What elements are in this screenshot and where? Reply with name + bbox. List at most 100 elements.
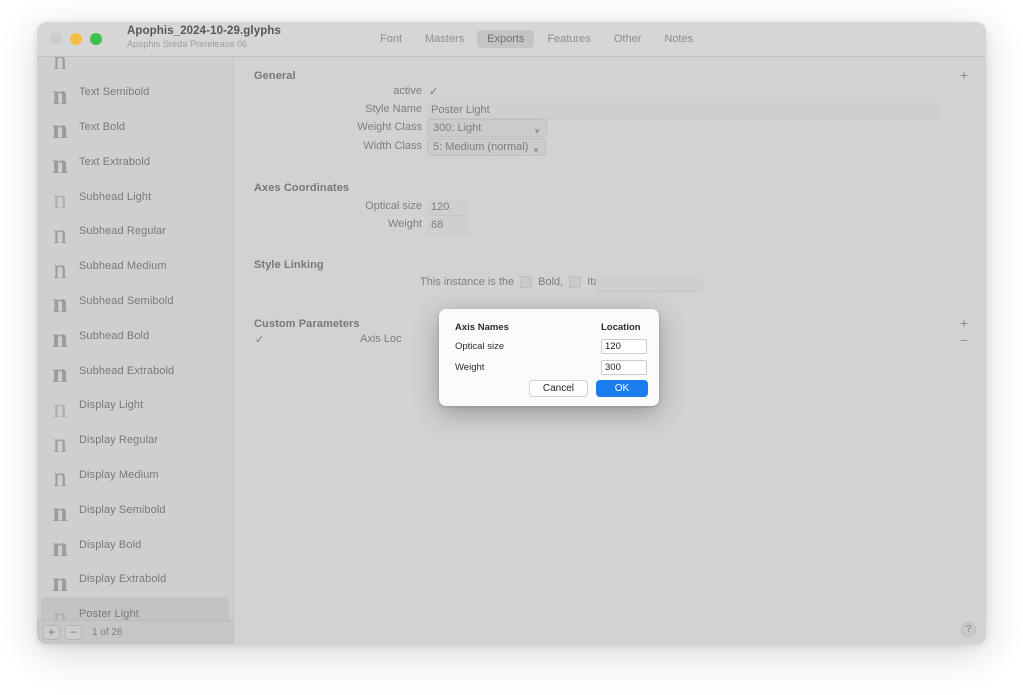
chevron-down-icon: ▼ bbox=[532, 146, 540, 155]
list-item-label: Text Bold bbox=[79, 120, 126, 133]
minimize-button[interactable] bbox=[70, 33, 82, 45]
glyph-preview: n bbox=[52, 149, 68, 180]
list-item[interactable]: n bbox=[37, 57, 233, 75]
instance-count-label: 1 of 26 bbox=[92, 627, 123, 638]
add-custom-parameter-button[interactable]: + bbox=[960, 316, 968, 330]
weight-class-row: Weight Class bbox=[234, 121, 422, 133]
list-item-label: Poster Light bbox=[79, 608, 139, 620]
optical-size-row: Optical size bbox=[234, 200, 422, 212]
custom-parameters-section-title: Custom Parameters bbox=[254, 318, 360, 330]
list-item[interactable]: n Display Medium bbox=[37, 458, 233, 493]
tab-exports[interactable]: Exports bbox=[477, 30, 535, 48]
instance-list[interactable]: n n Text Semibold n Text Bold n Text Extrabold… bbox=[37, 57, 233, 620]
cancel-button[interactable]: Cancel bbox=[528, 380, 588, 397]
list-item-label: Subhead Semibold bbox=[79, 294, 174, 307]
axes-coordinates-section-title: Axes Coordinates bbox=[254, 182, 350, 194]
weight-class-dropdown[interactable]: 300: Light ▼ bbox=[427, 119, 547, 137]
tab-notes[interactable]: Notes bbox=[654, 30, 703, 48]
sidebar-footer: + − 1 of 26 bbox=[37, 620, 233, 644]
tab-features[interactable]: Features bbox=[537, 30, 600, 48]
weight-axis-input[interactable]: 68 bbox=[427, 217, 468, 234]
style-linking-prefix: This instance is the bbox=[420, 276, 515, 288]
bold-checkbox[interactable] bbox=[520, 276, 533, 288]
list-item[interactable]: n Display Semibold bbox=[37, 492, 233, 527]
axis-names-header: Axis Names bbox=[455, 322, 509, 333]
glyph-preview: n bbox=[53, 57, 67, 75]
list-item[interactable]: n Display Regular bbox=[37, 423, 233, 458]
list-item-label: Subhead Medium bbox=[79, 260, 167, 273]
style-name-label: Style Name bbox=[365, 103, 422, 115]
list-item-label: Display Bold bbox=[79, 538, 142, 551]
list-item[interactable]: n Display Extrabold bbox=[37, 562, 233, 597]
title-block: Apophis_2024-10-29.glyphs Apophis Sreda … bbox=[127, 25, 281, 50]
window-subtitle: Apophis Sreda Prerelease 06 bbox=[127, 39, 248, 50]
list-item[interactable]: n Subhead Regular bbox=[37, 214, 233, 249]
optical-size-label: Optical size bbox=[365, 200, 422, 212]
axis-name-weight: Weight bbox=[455, 362, 485, 373]
remove-custom-parameter-button[interactable]: − bbox=[960, 333, 968, 347]
list-item[interactable]: n Display Bold bbox=[37, 527, 233, 562]
italic-checkbox[interactable] bbox=[569, 276, 582, 288]
list-item-label: Display Medium bbox=[79, 468, 159, 481]
add-general-button[interactable]: + bbox=[960, 68, 968, 82]
title-bar: Apophis_2024-10-29.glyphs Apophis Sreda … bbox=[37, 22, 986, 57]
tab-bar: Font Masters Exports Features Other Note… bbox=[370, 22, 703, 56]
dialog-buttons: Cancel OK bbox=[528, 380, 648, 397]
list-item[interactable]: n Display Light bbox=[37, 388, 233, 423]
style-linking-input[interactable] bbox=[596, 275, 703, 292]
list-item[interactable]: n Text Extrabold bbox=[37, 144, 233, 179]
window-title: Apophis_2024-10-29.glyphs bbox=[127, 25, 281, 37]
list-item[interactable]: n Subhead Bold bbox=[37, 318, 233, 353]
glyph-preview: n bbox=[52, 323, 68, 354]
app-window: Apophis_2024-10-29.glyphs Apophis Sreda … bbox=[37, 22, 986, 644]
close-button[interactable] bbox=[50, 33, 62, 45]
list-item[interactable]: n Text Semibold bbox=[37, 75, 233, 110]
glyph-preview: n bbox=[53, 253, 67, 284]
add-instance-button[interactable]: + bbox=[43, 625, 60, 640]
remove-instance-button[interactable]: − bbox=[65, 625, 82, 640]
list-item[interactable]: n Subhead Semibold bbox=[37, 284, 233, 319]
tab-masters[interactable]: Masters bbox=[415, 30, 474, 48]
list-item-label: Text Semibold bbox=[79, 86, 150, 99]
list-item-label: Display Semibold bbox=[79, 503, 166, 516]
custom-parameter-checkbox[interactable] bbox=[255, 333, 266, 353]
width-class-row: Width Class bbox=[234, 140, 422, 152]
active-row: active bbox=[234, 85, 422, 97]
dialog-header-row: Axis Names Location bbox=[455, 322, 647, 333]
optical-size-input[interactable]: 120 bbox=[427, 199, 468, 216]
list-item-label: Subhead Regular bbox=[79, 225, 167, 238]
list-item[interactable]: n Subhead Light bbox=[37, 179, 233, 214]
width-class-dropdown[interactable]: 5: Medium (normal) ▼ bbox=[427, 138, 546, 156]
glyph-preview: n bbox=[53, 462, 67, 493]
list-item[interactable]: n Subhead Extrabold bbox=[37, 353, 233, 388]
weight-class-label: Weight Class bbox=[357, 121, 422, 133]
custom-parameter-name[interactable]: Axis Loc bbox=[360, 333, 402, 345]
glyph-preview: n bbox=[52, 566, 68, 597]
tab-other[interactable]: Other bbox=[604, 30, 652, 48]
location-input-optical-size[interactable]: 120 bbox=[601, 339, 647, 354]
location-input-weight[interactable]: 300 bbox=[601, 360, 647, 375]
help-button[interactable]: ? bbox=[961, 622, 976, 637]
zoom-button[interactable] bbox=[90, 33, 102, 45]
tab-font[interactable]: Font bbox=[370, 30, 412, 48]
style-linking-row: This instance is the Bold, Italic of bbox=[420, 276, 622, 288]
list-item[interactable]: n Text Bold bbox=[37, 110, 233, 145]
weight-axis-row: Weight bbox=[234, 218, 422, 230]
list-item-label: Display Regular bbox=[79, 434, 159, 447]
list-item-selected[interactable]: n Poster Light bbox=[41, 596, 229, 620]
glyph-preview: n bbox=[52, 288, 68, 319]
list-item[interactable]: n Subhead Medium bbox=[37, 249, 233, 284]
dialog-row-weight: Weight 300 bbox=[455, 360, 647, 375]
list-item-label: Display Light bbox=[79, 399, 144, 412]
list-item-label: Text Extrabold bbox=[79, 155, 151, 168]
general-section-title: General bbox=[254, 70, 296, 82]
style-name-input[interactable]: Poster Light bbox=[427, 102, 940, 119]
weight-axis-label: Weight bbox=[387, 218, 422, 230]
instances-sidebar: n n Text Semibold n Text Bold n Text Extrabold… bbox=[37, 57, 234, 644]
weight-class-value: 300: Light bbox=[433, 122, 482, 134]
glyph-preview: n bbox=[53, 601, 67, 620]
location-header: Location bbox=[601, 322, 641, 333]
axis-location-grid: Axis Names Location Optical size 120 Wei… bbox=[455, 322, 647, 381]
ok-button[interactable]: OK bbox=[596, 380, 648, 397]
style-name-row: Style Name bbox=[234, 103, 422, 115]
